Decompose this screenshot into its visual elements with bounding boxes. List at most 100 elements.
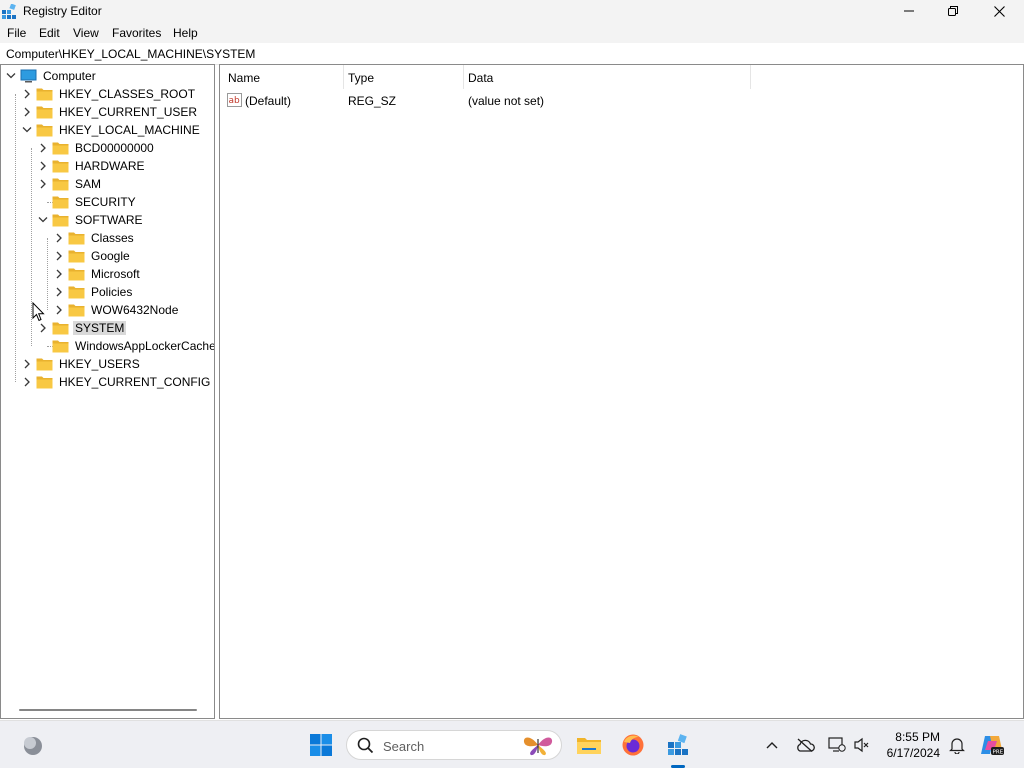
tree-node-windowsapplockercache[interactable]: WindowsAppLockerCache: [1, 337, 214, 355]
tree-node-security[interactable]: SECURITY: [1, 193, 214, 211]
tree-node-policies[interactable]: Policies: [1, 283, 214, 301]
tree-node-google[interactable]: Google: [1, 247, 214, 265]
close-icon: [993, 5, 1005, 17]
chevron-right-icon[interactable]: [38, 160, 48, 172]
folder-icon: [52, 160, 69, 173]
tree-node-label: Classes: [91, 231, 134, 245]
column-header-data-label: Data: [468, 71, 494, 85]
tree-node-label: HKEY_LOCAL_MACHINE: [59, 123, 200, 137]
minimize-icon: [904, 10, 914, 12]
tree-node-hkey-users[interactable]: HKEY_USERS: [1, 355, 214, 373]
tree-node-label: WOW6432Node: [91, 303, 179, 317]
chevron-right-icon[interactable]: [38, 322, 48, 334]
chevron-right-icon[interactable]: [22, 106, 32, 118]
file-explorer-icon: [577, 738, 601, 754]
tree-node-label: BCD00000000: [75, 141, 154, 155]
menu-file[interactable]: File: [7, 26, 26, 40]
folder-icon: [52, 322, 69, 335]
cloud-offline-icon: [797, 738, 815, 752]
chevron-right-icon[interactable]: [38, 178, 48, 190]
menu-edit[interactable]: Edit: [39, 26, 60, 40]
chevron-down-icon[interactable]: [22, 124, 32, 136]
folder-icon: [68, 232, 85, 245]
tree-node-bcd00000000[interactable]: BCD00000000: [1, 139, 214, 157]
copilot-button[interactable]: PRE: [978, 731, 1006, 759]
folder-icon: [68, 286, 85, 299]
chevron-right-icon[interactable]: [54, 250, 64, 262]
notifications-button[interactable]: [946, 734, 968, 756]
tree-node-hardware[interactable]: HARDWARE: [1, 157, 214, 175]
speaker-muted-icon: [854, 737, 869, 753]
tree-node-hkey-current-user[interactable]: HKEY_CURRENT_USER: [1, 103, 214, 121]
tree-node-hkey-local-machine[interactable]: HKEY_LOCAL_MACHINE: [1, 121, 214, 139]
column-header-type[interactable]: Type: [344, 65, 464, 89]
chevron-right-icon[interactable]: [38, 142, 48, 154]
firefox-icon: [622, 734, 644, 756]
clock-time[interactable]: 8:55 PM: [895, 730, 940, 744]
tree-node-label: HKEY_CLASSES_ROOT: [59, 87, 196, 101]
registry-editor-icon: [2, 4, 16, 19]
tree-node-label: WindowsAppLockerCache: [75, 339, 215, 353]
menu-help[interactable]: Help: [173, 26, 198, 40]
volume-tray-button[interactable]: [851, 734, 873, 756]
folder-icon: [68, 250, 85, 263]
column-header-type-label: Type: [348, 71, 375, 85]
tree-node-hkey-current-config[interactable]: HKEY_CURRENT_CONFIG: [1, 373, 214, 391]
column-header-data[interactable]: Data: [464, 65, 750, 89]
chevron-right-icon[interactable]: [54, 286, 64, 298]
tree-node-sam[interactable]: SAM: [1, 175, 214, 193]
file-explorer-button[interactable]: [574, 730, 604, 760]
show-hidden-icons-button[interactable]: [763, 735, 781, 755]
svg-text:PRE: PRE: [993, 750, 1004, 756]
tree-node-label: Google: [91, 249, 130, 263]
address-path[interactable]: Computer\HKEY_LOCAL_MACHINE\SYSTEM: [6, 47, 255, 61]
network-tray-button[interactable]: [826, 734, 848, 756]
butterfly-highlight-icon: [523, 737, 553, 756]
chevron-down-icon[interactable]: [6, 70, 16, 82]
close-button[interactable]: [976, 0, 1022, 22]
values-list-pane[interactable]: Name Type Data ab (Default) REG_SZ (valu…: [219, 64, 1024, 719]
start-button[interactable]: [306, 730, 336, 760]
chevron-right-icon[interactable]: [54, 304, 64, 316]
tree-node-hkey-classes-root[interactable]: HKEY_CLASSES_ROOT: [1, 85, 214, 103]
chevron-right-icon[interactable]: [54, 232, 64, 244]
value-type: REG_SZ: [348, 94, 397, 108]
folder-icon: [68, 304, 85, 317]
folder-icon: [68, 268, 85, 281]
firefox-button[interactable]: [618, 730, 648, 760]
search-placeholder: Search: [383, 739, 425, 754]
chevron-right-icon[interactable]: [22, 88, 32, 100]
window-title: Registry Editor: [23, 4, 102, 18]
key-tree-pane[interactable]: Computer HKEY_CLASSES_ROOT HKEY_CURRENT_US…: [0, 64, 215, 719]
column-divider[interactable]: [750, 65, 751, 89]
menu-favorites[interactable]: Favorites: [112, 26, 161, 40]
tree-node-computer[interactable]: Computer: [1, 67, 214, 85]
address-bar[interactable]: Computer\HKEY_LOCAL_MACHINE\SYSTEM: [0, 43, 1024, 65]
minimize-button[interactable]: [886, 0, 932, 22]
restore-button[interactable]: [930, 0, 976, 22]
chevron-right-icon[interactable]: [54, 268, 64, 280]
tree-node-label: SAM: [75, 177, 102, 191]
tree-node-software[interactable]: SOFTWARE: [1, 211, 214, 229]
widgets-button[interactable]: [18, 732, 46, 758]
clock-date[interactable]: 6/17/2024: [887, 746, 940, 760]
tree-node-classes[interactable]: Classes: [1, 229, 214, 247]
svg-text:ab: ab: [229, 96, 241, 106]
value-row[interactable]: ab (Default) REG_SZ (value not set): [220, 91, 740, 109]
column-header-name[interactable]: Name: [220, 65, 344, 89]
chevron-right-icon[interactable]: [22, 376, 32, 388]
folder-icon: [36, 124, 53, 137]
taskbar-search-box[interactable]: Search: [346, 730, 562, 760]
folder-icon: [52, 178, 69, 191]
horizontal-scrollbar[interactable]: [19, 709, 197, 711]
chevron-right-icon[interactable]: [22, 358, 32, 370]
menu-bar: File Edit View Favorites Help: [0, 22, 1024, 43]
menu-view[interactable]: View: [73, 26, 99, 40]
chevron-down-icon[interactable]: [38, 214, 48, 226]
tree-node-microsoft[interactable]: Microsoft: [1, 265, 214, 283]
registry-editor-taskbar-button[interactable]: [663, 730, 693, 760]
title-bar: Registry Editor: [0, 0, 1024, 22]
onedrive-tray-button[interactable]: [794, 735, 816, 755]
tree-node-label: Microsoft: [91, 267, 140, 281]
chevron-up-icon: [766, 742, 778, 749]
